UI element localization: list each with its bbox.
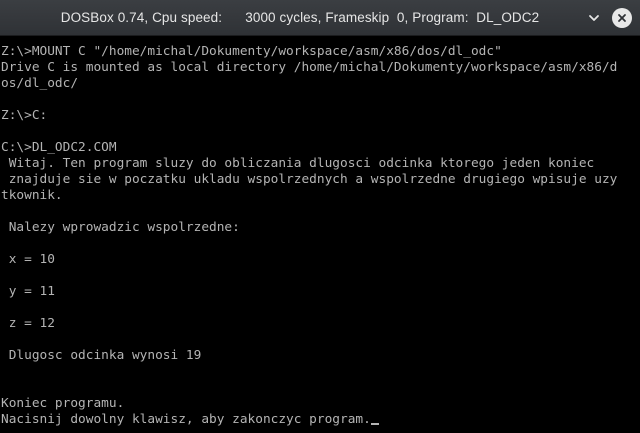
terminal-line: Nalezy wprowadzic wspolrzedne: bbox=[1, 220, 240, 235]
terminal-line: os/dl_odc/ bbox=[1, 76, 79, 91]
window-title: DOSBox 0.74, Cpu speed: 3000 cycles, Fra… bbox=[60, 10, 540, 25]
title-bar[interactable]: DOSBox 0.74, Cpu speed: 3000 cycles, Fra… bbox=[0, 0, 640, 36]
terminal-screen[interactable]: Z:\>MOUNT C "/home/michal/Dokumenty/work… bbox=[0, 44, 640, 433]
terminal-line: Koniec programu. bbox=[1, 396, 125, 411]
chevron-down-icon bbox=[589, 15, 599, 21]
terminal-line: Witaj. Ten program sluzy do obliczania d… bbox=[1, 156, 595, 171]
terminal-line: Drive C is mounted as local directory /h… bbox=[1, 60, 618, 75]
terminal-line-text: Nacisnij dowolny klawisz, aby zakonczyc … bbox=[1, 412, 371, 427]
terminal-line: C:\>DL_ODC2.COM bbox=[1, 140, 117, 155]
close-button[interactable] bbox=[612, 8, 632, 28]
terminal-line: x = 10 bbox=[1, 252, 55, 267]
dosbox-window: DOSBox 0.74, Cpu speed: 3000 cycles, Fra… bbox=[0, 0, 640, 433]
terminal-line: tkownik. bbox=[1, 188, 63, 203]
terminal-line: znajduje sie w poczatku ukladu wspolrzed… bbox=[1, 172, 618, 187]
terminal-line: Dlugosc odcinka wynosi 19 bbox=[1, 348, 202, 363]
terminal-prompt-line: Nacisnij dowolny klawisz, aby zakonczyc … bbox=[1, 412, 379, 427]
close-icon bbox=[618, 14, 626, 22]
terminal-line: z = 12 bbox=[1, 316, 55, 331]
text-cursor bbox=[370, 423, 379, 425]
minimize-button[interactable] bbox=[584, 8, 604, 28]
terminal-line: Z:\>MOUNT C "/home/michal/Dokumenty/work… bbox=[1, 44, 502, 59]
terminal-line: y = 11 bbox=[1, 284, 55, 299]
terminal-line: Z:\>C: bbox=[1, 108, 48, 123]
